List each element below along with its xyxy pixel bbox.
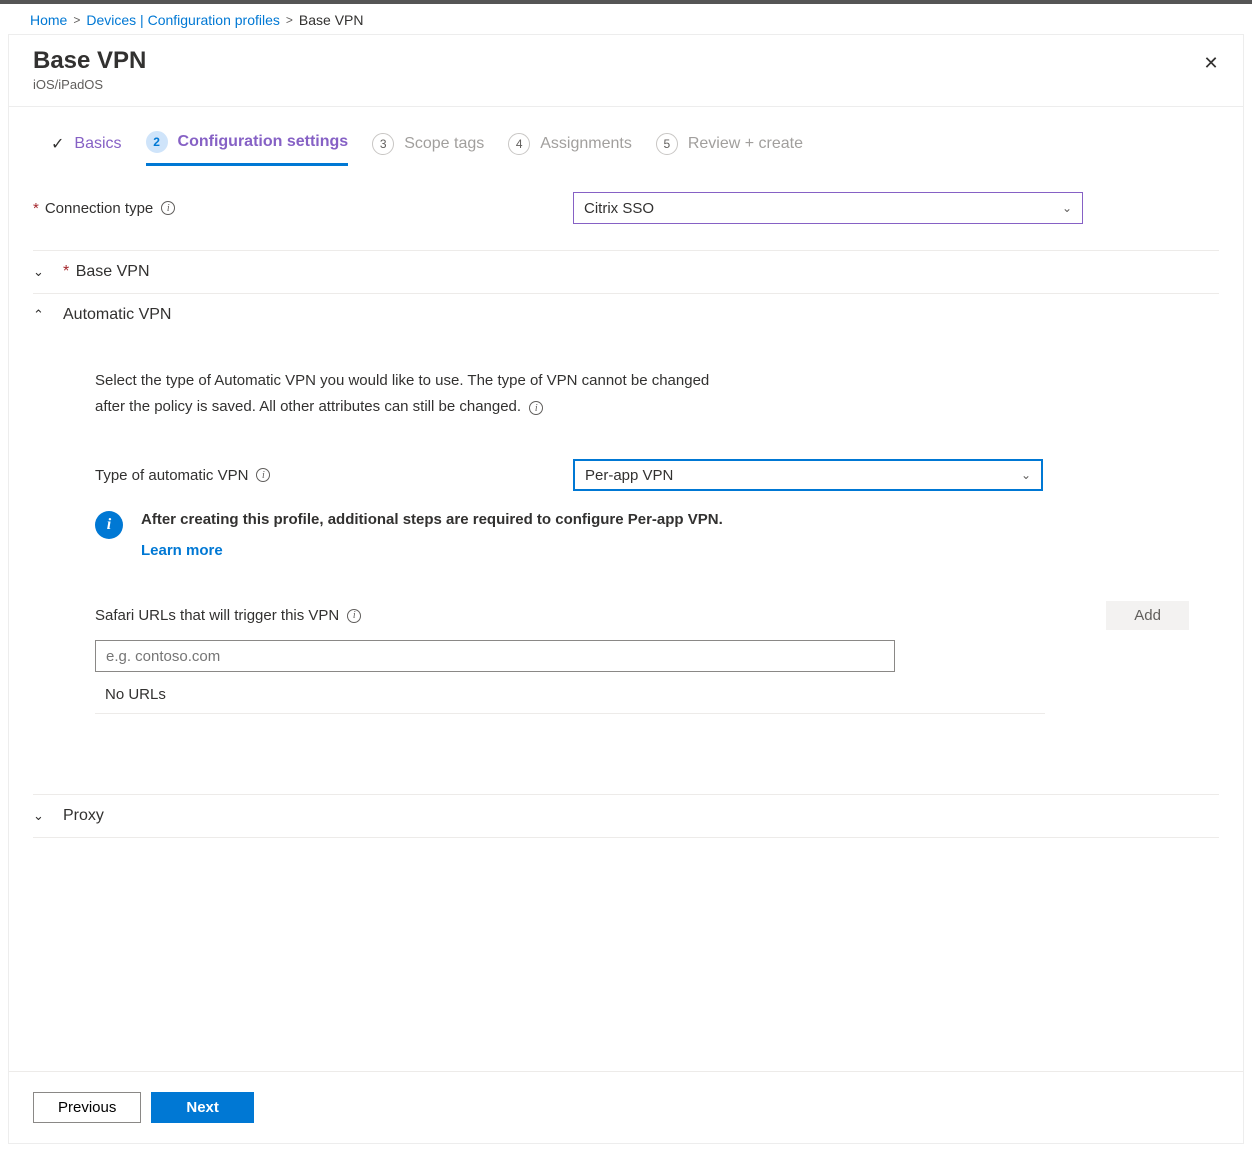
safari-urls-block: Safari URLs that will trigger this VPN i…: [95, 601, 1219, 714]
page-subtitle: iOS/iPadOS: [33, 77, 1219, 92]
page-title: Base VPN: [33, 47, 1219, 75]
automatic-vpn-body: Select the type of Automatic VPN you wou…: [33, 336, 1219, 724]
section-title: Base VPN: [76, 263, 150, 280]
checkmark-icon: ✓: [51, 134, 64, 154]
info-icon[interactable]: i: [256, 468, 270, 482]
breadcrumb: Home > Devices | Configuration profiles …: [0, 4, 1252, 34]
footer: Previous Next: [9, 1071, 1243, 1143]
tab-scope-tags[interactable]: 3 Scope tags: [372, 133, 484, 165]
required-asterisk: *: [63, 263, 69, 280]
breadcrumb-home[interactable]: Home: [30, 12, 67, 28]
main-panel: Base VPN iOS/iPadOS ✕ ✓ Basics 2 Configu…: [8, 34, 1244, 1144]
add-url-button[interactable]: Add: [1106, 601, 1189, 630]
safari-url-input[interactable]: [95, 640, 895, 672]
breadcrumb-devices[interactable]: Devices | Configuration profiles: [86, 12, 280, 28]
info-icon[interactable]: i: [161, 201, 175, 215]
info-icon[interactable]: i: [529, 401, 543, 415]
panel-header: Base VPN iOS/iPadOS ✕: [9, 35, 1243, 107]
label-text: Safari URLs that will trigger this VPN: [95, 607, 339, 624]
tab-label: Review + create: [688, 135, 803, 153]
automatic-vpn-description: Select the type of Automatic VPN you wou…: [95, 368, 715, 419]
tab-label: Assignments: [540, 135, 632, 153]
tab-basics[interactable]: ✓ Basics: [51, 134, 122, 164]
chevron-right-icon: >: [73, 13, 80, 27]
section-title: Proxy: [63, 807, 104, 825]
info-circle-icon: i: [95, 511, 123, 539]
connection-type-row: * Connection type i Citrix SSO ⌄: [33, 184, 1219, 232]
step-number-badge: 3: [372, 133, 394, 155]
close-button[interactable]: ✕: [1197, 49, 1225, 77]
no-urls-text: No URLs: [95, 672, 1045, 714]
select-value: Citrix SSO: [584, 200, 654, 217]
previous-button[interactable]: Previous: [33, 1092, 141, 1123]
next-button[interactable]: Next: [151, 1092, 254, 1123]
safari-urls-header: Safari URLs that will trigger this VPN i…: [95, 601, 1189, 630]
section-base-vpn: ⌄ * Base VPN: [33, 250, 1219, 294]
info-icon[interactable]: i: [347, 609, 361, 623]
learn-more-link[interactable]: Learn more: [141, 542, 723, 559]
label-text: Type of automatic VPN: [95, 467, 248, 484]
safari-urls-label: Safari URLs that will trigger this VPN i: [95, 607, 361, 624]
section-proxy-header[interactable]: ⌄ Proxy: [33, 795, 1219, 837]
required-asterisk: *: [33, 200, 39, 217]
tab-label: Basics: [74, 135, 121, 153]
section-base-vpn-header[interactable]: ⌄ * Base VPN: [33, 251, 1219, 294]
chevron-up-icon: ⌃: [33, 307, 49, 323]
info-banner: i After creating this profile, additiona…: [95, 511, 1219, 559]
content-area: * Connection type i Citrix SSO ⌄ ⌄ * Bas…: [9, 166, 1243, 1071]
chevron-down-icon: ⌄: [33, 808, 49, 824]
chevron-right-icon: >: [286, 13, 293, 27]
chevron-down-icon: ⌄: [33, 264, 49, 280]
section-automatic-vpn: ⌃ Automatic VPN Select the type of Autom…: [33, 294, 1219, 724]
tab-label: Configuration settings: [178, 133, 349, 151]
chevron-down-icon: ⌄: [1062, 201, 1072, 215]
breadcrumb-current: Base VPN: [299, 12, 364, 28]
tab-configuration-settings[interactable]: 2 Configuration settings: [146, 131, 349, 166]
automatic-vpn-type-row: Type of automatic VPN i Per-app VPN ⌄: [95, 459, 1219, 491]
select-value: Per-app VPN: [585, 467, 673, 484]
section-title: Automatic VPN: [63, 306, 171, 324]
label-text: Connection type: [45, 200, 153, 217]
description-text: Select the type of Automatic VPN you wou…: [95, 372, 709, 415]
info-banner-text: After creating this profile, additional …: [141, 511, 723, 528]
tab-assignments[interactable]: 4 Assignments: [508, 133, 632, 165]
chevron-down-icon: ⌄: [1021, 468, 1031, 482]
automatic-vpn-type-select[interactable]: Per-app VPN ⌄: [573, 459, 1043, 491]
connection-type-label: * Connection type i: [33, 200, 573, 217]
tab-review-create[interactable]: 5 Review + create: [656, 133, 803, 165]
step-number-badge: 2: [146, 131, 168, 153]
close-icon: ✕: [1203, 53, 1218, 74]
wizard-tabs: ✓ Basics 2 Configuration settings 3 Scop…: [9, 107, 1243, 166]
automatic-vpn-type-label: Type of automatic VPN i: [95, 467, 573, 484]
section-automatic-vpn-header[interactable]: ⌃ Automatic VPN: [33, 294, 1219, 336]
step-number-badge: 4: [508, 133, 530, 155]
connection-type-select[interactable]: Citrix SSO ⌄: [573, 192, 1083, 224]
tab-label: Scope tags: [404, 135, 484, 153]
step-number-badge: 5: [656, 133, 678, 155]
section-proxy: ⌄ Proxy: [33, 794, 1219, 838]
